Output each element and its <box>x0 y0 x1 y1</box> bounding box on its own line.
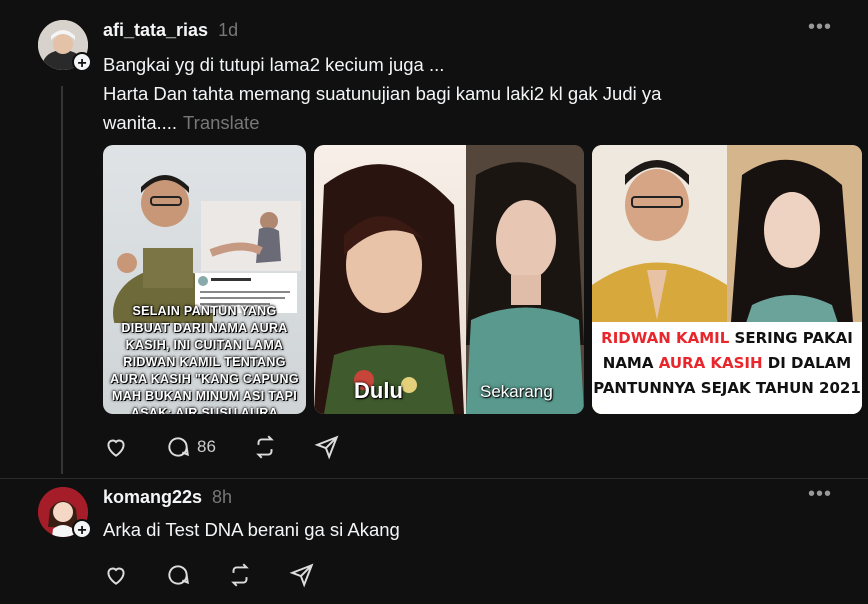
post-text: Bangkai yg di tutupi lama2 kecium juga .… <box>103 50 783 137</box>
timestamp[interactable]: 1d <box>218 20 238 40</box>
comment-icon <box>168 565 189 585</box>
post-header: komang22s 8h <box>103 487 232 508</box>
headline-line: PANTUNNYA SEJAK TAHUN 2021 <box>593 379 861 397</box>
username[interactable]: afi_tata_rias <box>103 20 208 40</box>
thread-post: + afi_tata_rias 1d ••• Bangkai yg di tutu… <box>0 0 868 479</box>
share-button[interactable] <box>289 562 315 588</box>
avatar[interactable]: + <box>38 487 92 539</box>
headline-banner: RIDWAN KAMIL SERING PAKAI NAMA AURA KASI… <box>592 322 862 414</box>
headline-fragment: RIDWAN KAMIL <box>601 329 730 347</box>
post-text-line: Bangkai yg di tutupi lama2 kecium juga .… <box>103 54 445 75</box>
label-after: Sekarang <box>480 382 553 401</box>
action-bar <box>103 562 351 588</box>
post-text-line: wanita.... Translate <box>103 108 783 137</box>
more-icon[interactable]: ••• <box>808 16 832 39</box>
follow-plus-icon[interactable]: + <box>72 519 92 539</box>
avatar[interactable]: + <box>38 20 92 72</box>
post-image-1[interactable]: SELAIN PANTUN YANG DIBUAT DARI NAMA AURA… <box>103 145 306 414</box>
thread-post: + komang22s 8h ••• Arka di Test DNA beran… <box>0 479 868 604</box>
post-image-3[interactable]: RIDWAN KAMIL SERING PAKAI NAMA AURA KASI… <box>592 145 862 414</box>
reply-button[interactable]: 86 <box>165 434 216 460</box>
headline-fragment: SERING PAKAI <box>729 329 853 347</box>
heart-icon <box>107 439 125 457</box>
post-header: afi_tata_rias 1d <box>103 20 238 41</box>
more-icon[interactable]: ••• <box>808 483 832 506</box>
image-caption: SELAIN PANTUN YANG DIBUAT DARI NAMA AURA… <box>110 304 299 414</box>
send-icon <box>314 435 339 460</box>
username[interactable]: komang22s <box>103 487 202 507</box>
repost-icon <box>256 435 274 459</box>
media-carousel[interactable]: SELAIN PANTUN YANG DIBUAT DARI NAMA AURA… <box>103 145 862 414</box>
share-button[interactable] <box>314 434 340 460</box>
label-before: Dulu <box>354 378 403 403</box>
photo-after <box>466 145 584 414</box>
like-button[interactable] <box>103 562 129 588</box>
headline-fragment: AURA KASIH <box>658 354 763 372</box>
send-icon <box>289 563 314 588</box>
reply-button[interactable] <box>165 562 191 588</box>
headline-line: RIDWAN KAMIL SERING PAKAI <box>592 326 862 351</box>
photo-before <box>314 145 466 414</box>
translate-link[interactable]: Translate <box>183 112 259 133</box>
post-image-2[interactable]: Dulu Sekarang <box>314 145 584 414</box>
follow-plus-icon[interactable]: + <box>72 52 92 72</box>
comment-icon <box>168 437 189 457</box>
headline-line: NAMA AURA KASIH DI DALAM <box>592 351 862 376</box>
inset-photo <box>201 201 301 271</box>
repost-button[interactable] <box>227 562 253 588</box>
post-text: Arka di Test DNA berani ga si Akang <box>103 515 400 544</box>
repost-button[interactable] <box>252 434 278 460</box>
like-button[interactable] <box>103 434 129 460</box>
action-bar: 86 <box>103 434 376 460</box>
headline-fragment: NAMA <box>602 354 659 372</box>
timestamp[interactable]: 8h <box>212 487 232 507</box>
heart-icon <box>107 567 125 585</box>
post-text-fragment: wanita.... <box>103 112 178 133</box>
post-text-line: Harta Dan tahta memang suatunujian bagi … <box>103 83 662 104</box>
headline-fragment: DI DALAM <box>762 354 852 372</box>
post-text-line: Arka di Test DNA berani ga si Akang <box>103 519 400 540</box>
reply-count: 86 <box>197 437 216 456</box>
repost-icon <box>231 563 249 587</box>
thread-line <box>61 86 63 474</box>
